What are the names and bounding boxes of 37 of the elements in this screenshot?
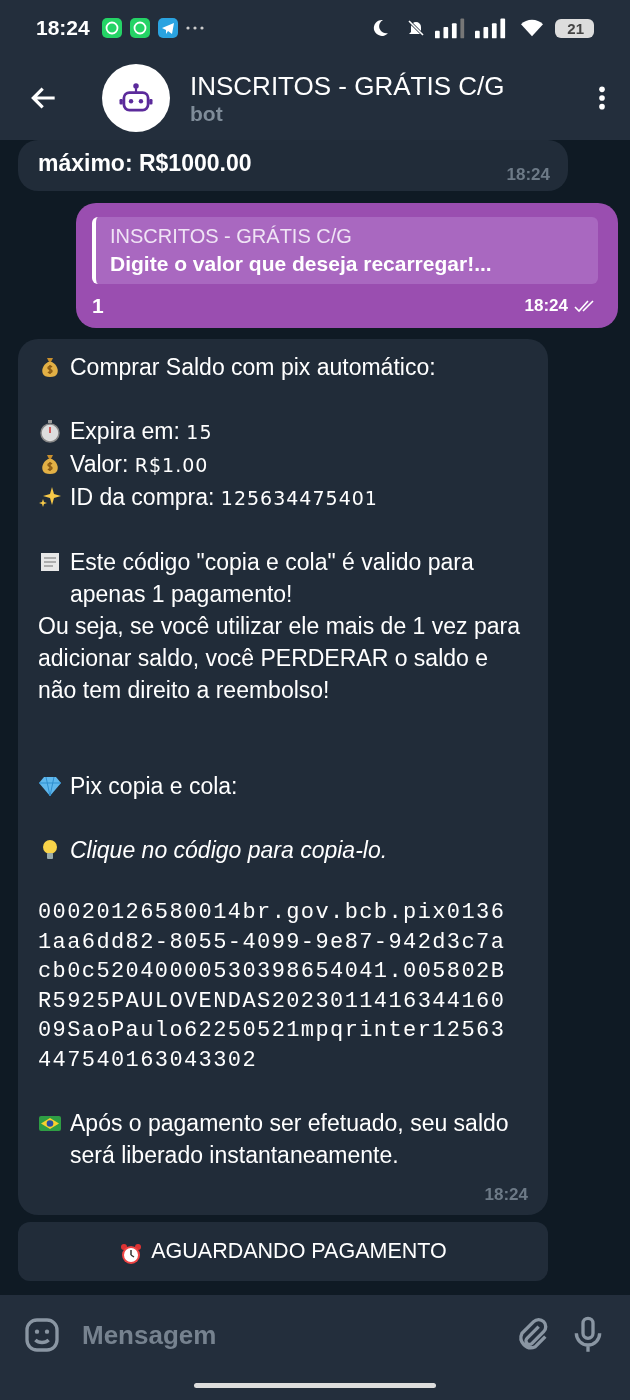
wifi-icon	[521, 18, 544, 38]
chat-title: INSCRITOS - GRÁTIS C/G	[190, 70, 505, 102]
message-line: Após o pagamento ser efetuado, seu saldo será liberado instantaneamente.	[70, 1109, 510, 1170]
paper-plane-icon	[157, 18, 178, 38]
chat-subtitle: bot	[190, 102, 223, 126]
message-line: Valor: R$1.00	[70, 450, 209, 479]
more-notifications-icon	[185, 26, 204, 30]
chat-bubble-icon	[129, 18, 150, 38]
pix-code[interactable]: 00020126580014br.gov.bcb.pix01361aa6dd82-8055-4099-9e87-942d3c7acb0c52040000530398654041.005802BR5925PAULOVENDAS202301141634416009SaoPaulo62250521mpqrinter12563447540163043302	[38, 898, 513, 1075]
message-line: Expira em: 15	[70, 417, 213, 446]
message-line: Comprar Saldo com pix automático:	[70, 353, 436, 382]
message-line: Este código "copia e cola" é valido para apenas 1 pagamento!	[70, 548, 475, 609]
sticker-icon[interactable]	[22, 1315, 62, 1355]
status-time: 18:24	[36, 16, 90, 40]
message-time: 18:24	[524, 296, 568, 316]
stopwatch-icon	[38, 419, 62, 443]
message-line: ID da compra: 125634475401	[70, 483, 378, 512]
message-line: Pix copia e cola:	[70, 772, 238, 801]
reply-author: INSCRITOS - GRÁTIS C/G	[110, 225, 352, 248]
alarm-clock-icon	[119, 1241, 144, 1266]
gem-icon	[38, 774, 62, 798]
inline-button[interactable]: AGUARDANDO PAGAMENTO	[18, 1222, 548, 1281]
message-text: 1	[92, 294, 104, 318]
chat-bubble-icon	[101, 18, 122, 38]
message-composer[interactable]: Mensagem	[0, 1295, 630, 1375]
battery-level: 21	[555, 18, 594, 38]
signal-icon	[475, 17, 508, 39]
reply-text: Digite o valor que deseja recarregar!...	[110, 252, 492, 276]
reply-quote[interactable]: INSCRITOS - GRÁTIS C/G Digite o valor que deseja recarregar!...	[92, 217, 598, 284]
document-icon	[38, 550, 62, 574]
menu-icon[interactable]	[598, 85, 606, 111]
message-time: 18:24	[484, 1185, 528, 1205]
message-text: máximo: R$1000.00	[38, 150, 253, 178]
message-line: Ou seja, se você utilizar ele mais de 1 vez para adicionar saldo, você PERDERAR o saldo e não tem direito a reembolso!	[38, 612, 521, 705]
message-input[interactable]: Mensagem	[78, 1315, 496, 1355]
message-time: 18:24	[506, 165, 550, 185]
message-line: Clique no código para copia-lo.	[70, 836, 388, 865]
